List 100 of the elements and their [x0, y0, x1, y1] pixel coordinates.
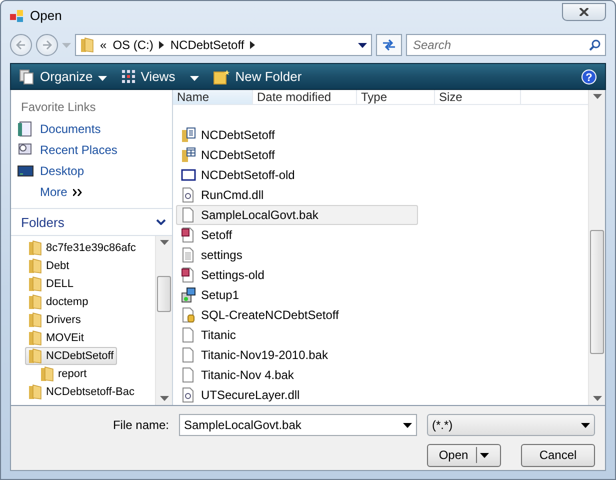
file-name: NCDebtSetoff-old [201, 168, 295, 182]
folder-icon [80, 37, 94, 54]
file-item[interactable]: Titanic-Nov19-2010.bak [176, 345, 418, 366]
folder-name: NCDebtSetoff [46, 350, 114, 362]
scroll-up-icon [160, 240, 168, 246]
folder-icon [28, 312, 42, 328]
caret-icon [190, 76, 200, 82]
folder-tree-item[interactable]: NCDebtSetoff [25, 347, 117, 366]
file-item[interactable]: settings [176, 245, 418, 266]
favorite-link[interactable]: Recent Places [11, 139, 172, 160]
dropdown-caret-icon [358, 42, 367, 48]
breadcrumb[interactable]: NCDebtSetoff [170, 38, 244, 52]
folder-tree-item[interactable]: report [37, 365, 90, 384]
folder-tree-item[interactable]: Drivers [25, 311, 84, 330]
close-icon [579, 8, 589, 16]
file-name: Titanic [201, 328, 236, 342]
scroll-up-icon [592, 94, 602, 100]
file-item[interactable]: RunCmd.dll [176, 185, 418, 206]
chevron-icon [159, 41, 164, 50]
file-name: UTSecureLayer.dll [201, 388, 300, 402]
column-header[interactable]: Name [173, 90, 253, 104]
folder-icon [28, 276, 42, 292]
chevron-icon [250, 41, 256, 50]
file-item[interactable]: Titanic [176, 325, 418, 346]
file-name-field[interactable]: SampleLocalGovt.bak [179, 414, 417, 436]
cancel-button[interactable]: Cancel [521, 444, 595, 467]
favorite-link[interactable]: Desktop [11, 160, 172, 182]
favorite-link[interactable]: More [11, 181, 172, 202]
caret-icon [98, 76, 107, 82]
file-name: Setoff [201, 228, 232, 242]
forward-button[interactable] [36, 34, 58, 56]
scroll-thumb[interactable] [590, 230, 604, 354]
section-heading: Folders [21, 214, 64, 230]
desktop-icon [17, 162, 34, 179]
folder-icon [28, 330, 42, 346]
caret-icon [581, 422, 590, 428]
folder-icon [40, 366, 54, 382]
help-icon[interactable]: ? [581, 68, 597, 85]
folder-tree-item[interactable]: MOVEit [25, 329, 87, 348]
folder-name: NCDebtsetoff-Bac [46, 386, 134, 398]
file-item[interactable]: SQL-CreateNCDebtSetoff [176, 305, 418, 326]
toolbar-button[interactable]: Views [120, 69, 200, 84]
file-item[interactable]: NCDebtSetoff-old [176, 165, 418, 186]
folder-tree-item[interactable]: doctemp [25, 293, 92, 312]
file-item[interactable]: Titanic-Nov 4.bak [176, 365, 418, 386]
file-type-dropdown[interactable]: (*.*) [427, 414, 595, 436]
new-folder-icon [213, 68, 230, 85]
folder-icon [28, 348, 42, 364]
folder-icon [28, 240, 42, 256]
scroll-down-icon [160, 396, 168, 402]
folder-document-icon [181, 127, 197, 144]
scroll-thumb[interactable] [157, 276, 171, 312]
file-name: RunCmd.dll [201, 188, 264, 202]
file-item[interactable]: NCDebtSetoff [176, 125, 418, 146]
forward-arrow-icon [42, 40, 52, 50]
folder-window-icon [181, 147, 197, 164]
file-item[interactable]: Settings-old [176, 265, 418, 286]
favorite-link[interactable]: Documents [11, 118, 172, 140]
window-icon [181, 167, 197, 184]
file-name: Settings-old [201, 268, 264, 282]
file-item[interactable]: NCDebtSetoff [176, 145, 418, 166]
folder-tree-item[interactable]: NCDebtsetoff-Bac [25, 383, 138, 402]
file-item[interactable]: Setoff [176, 225, 418, 246]
search-box[interactable]: Search [406, 34, 606, 56]
search-icon [589, 39, 601, 52]
installer-icon [181, 287, 197, 304]
toolbar-button[interactable]: New Folder [213, 68, 302, 85]
folder-tree-item[interactable]: DELL [25, 275, 77, 294]
file-name: settings [201, 248, 242, 262]
breadcrumb[interactable]: OS (C:) [112, 38, 154, 52]
folder-name: DELL [46, 278, 74, 290]
collapse-chevron-icon [156, 219, 166, 226]
file-item[interactable]: UTSecureLayer.dll [176, 385, 418, 406]
address-bar[interactable]: « OS (C:) NCDebtSetoff [75, 34, 372, 56]
refresh-button[interactable] [376, 34, 402, 56]
file-item[interactable]: SampleLocalGovt.bak [176, 205, 418, 226]
back-button[interactable] [10, 34, 32, 56]
database-document-icon [181, 307, 197, 324]
file-name: NCDebtSetoff [201, 148, 275, 162]
folder-tree-item[interactable]: Debt [25, 257, 72, 276]
scrollbar[interactable] [588, 90, 605, 406]
scrollbar[interactable] [155, 236, 172, 406]
file-item[interactable]: Setup1 [176, 285, 418, 306]
folder-name: Drivers [46, 314, 81, 326]
back-arrow-icon [16, 40, 26, 50]
toolbar-button[interactable]: Organize [19, 68, 107, 85]
folder-name: report [58, 368, 87, 380]
breadcrumb[interactable]: « [100, 38, 107, 52]
double-chevron-icon [73, 188, 82, 196]
folder-name: MOVEit [46, 332, 84, 344]
folder-tree-item[interactable]: 8c7fe31e39c86afc [25, 239, 139, 258]
pages-icon [19, 68, 35, 85]
close-button[interactable] [562, 2, 606, 21]
caret-icon [480, 452, 490, 458]
folders-header[interactable]: Folders [11, 208, 172, 236]
file-name: Titanic-Nov19-2010.bak [201, 348, 328, 362]
open-button[interactable]: Open [427, 444, 501, 467]
folder-name: Debt [46, 260, 70, 272]
refresh-arrows-icon [381, 38, 397, 52]
folder-icon [28, 294, 42, 310]
